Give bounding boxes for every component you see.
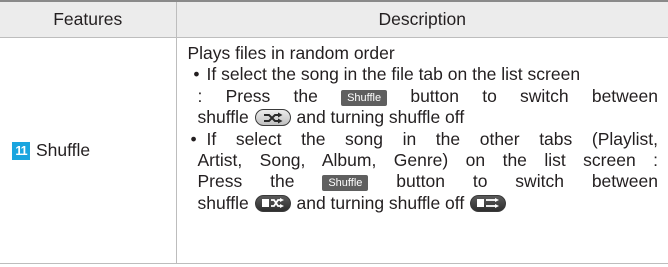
bullet-1-line-3: shuffle and turning shuffle off bbox=[188, 107, 659, 128]
bullet-2-justify-1: • If select the song in the other tabs (P… bbox=[188, 129, 659, 150]
bullet-2-line-4: shuffle and turning shuffle off bbox=[188, 193, 659, 214]
item-number-badge: 11 bbox=[12, 141, 30, 160]
description-intro: Plays files in random order bbox=[187, 43, 395, 63]
bullet-1-line-2: : Press the Shuffle button to switch bet… bbox=[188, 85, 658, 107]
bullet-2-justify-3: Press the Shuffle button to switch betwe… bbox=[198, 171, 659, 192]
bullet-1-switch-text: button to switch between bbox=[410, 85, 658, 106]
feature-name: Shuffle bbox=[36, 140, 91, 160]
bullet-2-off-text: and turning shuffle off bbox=[296, 192, 465, 213]
shuffle-icon bbox=[254, 109, 291, 127]
bullet-2-switch-text: button to switch between bbox=[396, 171, 658, 192]
header-features: Features bbox=[0, 0, 177, 38]
bullet-2-line-1: • If select the song in the other tabs (P… bbox=[188, 129, 659, 150]
bullet-1-line-1: • If select the song in the file tab on t… bbox=[188, 64, 659, 85]
bullet-2-shuffle-word: shuffle bbox=[197, 192, 249, 213]
table-row: 11 Shuffle Plays files in random order •… bbox=[0, 37, 668, 264]
features-table: Features Description 11 Shuffle Plays fi… bbox=[0, 0, 668, 264]
shuffle-off-icon bbox=[470, 194, 507, 212]
shuffle-button: Shuffle bbox=[341, 89, 388, 106]
bullet-2-line-3: Press the Shuffle button to switch betwe… bbox=[188, 171, 659, 192]
bullet-2-tabs-text: Artist, Song, Album, Genre) on the list … bbox=[197, 150, 659, 171]
bullet-1-text: If select the song in the file tab on th… bbox=[206, 64, 581, 85]
bullet-1-press-text: : Press the bbox=[197, 85, 318, 106]
description-cell: Plays files in random order • If select t… bbox=[175, 37, 668, 264]
shuffle-button: Shuffle bbox=[322, 175, 369, 192]
bullet-2-line-2: Artist, Song, Album, Genre) on the list … bbox=[188, 150, 659, 171]
bullet-dot: • bbox=[190, 128, 197, 149]
bullet-1-off-text: and turning shuffle off bbox=[296, 107, 465, 128]
bullet-dot: • bbox=[193, 64, 200, 85]
shuffle-all-icon bbox=[254, 194, 291, 212]
bullet-2-press-text: Press the bbox=[197, 171, 295, 192]
bullet-1-justify: : Press the Shuffle button to switch bet… bbox=[197, 85, 658, 107]
bullet-2-text: If select the song in the other tabs (Pl… bbox=[206, 128, 659, 149]
table-header-row: Features Description bbox=[0, 0, 668, 38]
header-description: Description bbox=[175, 0, 668, 38]
bullet-1-shuffle-word: shuffle bbox=[197, 107, 249, 128]
feature-cell: 11 Shuffle bbox=[0, 37, 177, 264]
